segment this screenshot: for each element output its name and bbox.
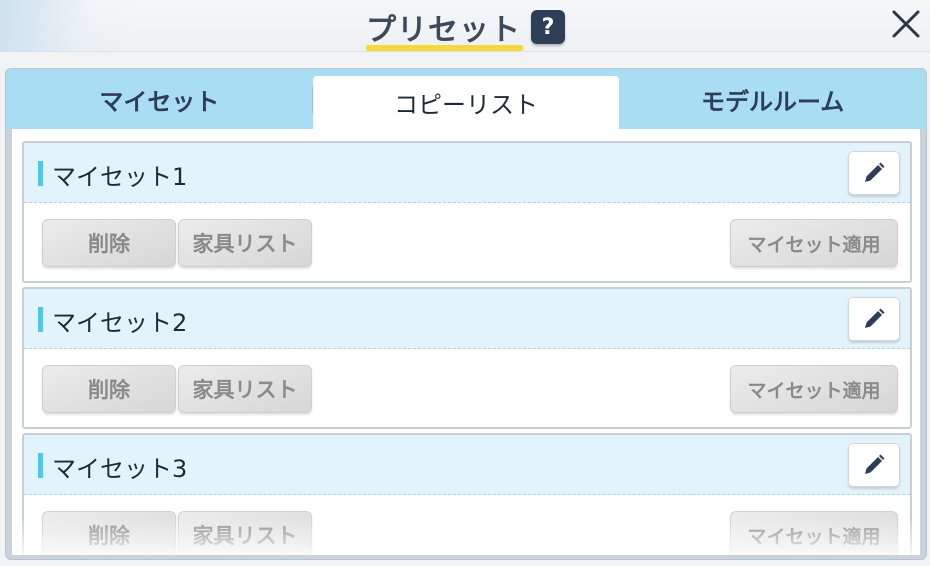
header-bar: プリセット ? [0,0,930,52]
tab-label: マイセット [99,87,220,116]
card-title: マイセット2 [52,309,188,337]
edit-name-button[interactable] [848,151,900,195]
delete-button[interactable]: 削除 [42,511,176,555]
close-icon [892,10,920,38]
preset-card: マイセット2 削除 家具リスト マイセット適用 [22,287,912,429]
page-title: プリセット [366,13,521,48]
delete-button[interactable]: 削除 [42,219,176,267]
pencil-icon [865,162,885,182]
edit-name-button[interactable] [848,297,900,341]
edit-name-button[interactable] [848,443,900,487]
title-underline [366,45,523,51]
card-header: マイセット1 [24,143,910,203]
apply-myset-button[interactable]: マイセット適用 [730,365,898,413]
tab-label: コピーリスト [394,91,538,119]
pencil-icon [865,308,885,328]
tab-bar: マイセット コピーリスト モデルルーム [6,69,926,129]
tab-label: モデルルーム [701,87,845,116]
close-button[interactable] [888,6,924,42]
furniture-list-button[interactable]: 家具リスト [178,511,312,555]
help-button[interactable]: ? [531,10,565,44]
card-marker [38,161,43,186]
card-title: マイセット3 [52,455,188,483]
card-header: マイセット2 [24,289,910,349]
preset-panel: マイセット コピーリスト モデルルーム マイセット1 削除 家具リスト マイセッ… [5,68,927,560]
title-group: プリセット ? [366,2,565,52]
tab-modelroom[interactable]: モデルルーム [619,69,926,129]
pencil-icon [865,454,885,474]
furniture-list-button[interactable]: 家具リスト [178,365,312,413]
preset-card: マイセット3 削除 家具リスト マイセット適用 [22,433,912,555]
card-marker [38,307,43,332]
card-marker [38,453,43,478]
preset-list[interactable]: マイセット1 削除 家具リスト マイセット適用 マイセット2 削除 家具リスト … [12,129,920,555]
apply-myset-button[interactable]: マイセット適用 [730,511,898,555]
furniture-list-button[interactable]: 家具リスト [178,219,312,267]
tab-copylist[interactable]: コピーリスト [312,76,620,129]
apply-myset-button[interactable]: マイセット適用 [730,219,898,267]
tab-myset[interactable]: マイセット [6,69,313,129]
delete-button[interactable]: 削除 [42,365,176,413]
card-title: マイセット1 [52,163,188,191]
header-decoration [0,0,190,52]
card-header: マイセット3 [24,435,910,495]
question-icon: ? [541,14,555,40]
preset-card: マイセット1 削除 家具リスト マイセット適用 [22,141,912,283]
